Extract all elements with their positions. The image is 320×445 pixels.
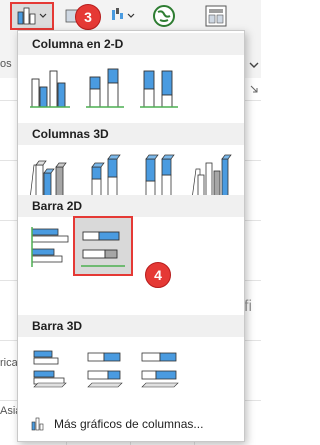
section-title-bar-2d: Barra 2D — [18, 195, 244, 217]
step-3-badge: 3 — [75, 4, 101, 30]
stacked-100-bar-icon — [134, 223, 186, 275]
chevron-down-icon — [248, 58, 260, 68]
stacked-100-column-icon[interactable] — [134, 63, 186, 115]
clustered-bar-icon[interactable] — [26, 223, 78, 275]
3d-stacked-bar-icon[interactable] — [80, 345, 132, 397]
background-text: rica — [0, 357, 18, 369]
background-text: fi — [244, 298, 252, 315]
3d-clustered-bar-icon[interactable] — [26, 345, 78, 397]
waterfall-icon[interactable] — [108, 2, 138, 30]
3d-stacked-column-icon[interactable] — [80, 149, 132, 201]
background-text: os — [0, 58, 12, 70]
clustered-column-icon[interactable] — [26, 63, 78, 115]
dialog-launcher-icon[interactable] — [250, 82, 258, 93]
3d-clustered-column-icon[interactable] — [26, 149, 78, 201]
3d-column-icon[interactable] — [188, 149, 240, 201]
globe-map-icon[interactable] — [150, 2, 178, 30]
stacked-column-icon[interactable] — [80, 63, 132, 115]
section-title-column-3d: Columnas 3D — [18, 123, 244, 145]
section-title-bar-3d: Barra 3D — [18, 315, 244, 337]
column-chart-small-icon — [30, 416, 46, 432]
column-chart-dropdown: Columna en 2-D Columnas 3D Barra 2D 4 Ba… — [17, 30, 245, 442]
section-title-column-2d: Columna en 2-D — [18, 33, 244, 55]
stacked-bar-icon-selected[interactable] — [73, 216, 133, 276]
clustered-column-icon — [17, 7, 47, 25]
pivot-chart-icon[interactable] — [202, 2, 230, 30]
more-column-charts-label: Más gráficos de columnas... — [54, 417, 204, 431]
3d-stacked-100-bar-icon[interactable] — [134, 345, 186, 397]
more-column-charts-link[interactable]: Más gráficos de columnas... — [18, 411, 244, 437]
insert-column-chart-button[interactable] — [10, 2, 54, 30]
3d-stacked-100-column-icon[interactable] — [134, 149, 186, 201]
